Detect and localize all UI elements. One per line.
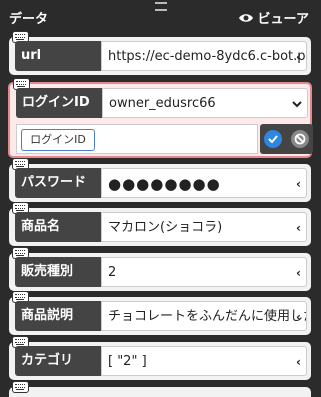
- field-tag-icon: [12, 381, 29, 393]
- field-value-text: チョコレートをふんだんに使用した: [108, 309, 307, 324]
- panel-header: データ ビューア: [0, 6, 321, 30]
- field-label: 販売種別: [15, 257, 101, 287]
- field-next-partial: [9, 381, 311, 397]
- field-url: url https://ec-demo-8ydc6.c-bot.pro ‹: [9, 31, 311, 75]
- field-value-product-name[interactable]: マカロン(ショコラ) ‹: [101, 212, 307, 242]
- field-value-text: 2: [108, 265, 117, 280]
- field-label: ログインID: [16, 88, 102, 118]
- viewer-button[interactable]: ビューア: [238, 8, 309, 27]
- check-icon: [268, 135, 279, 143]
- eye-icon: [238, 13, 253, 22]
- chevron-down-icon: [292, 101, 302, 108]
- cancel-button[interactable]: [290, 130, 309, 148]
- login-id-input[interactable]: ログインID: [16, 124, 258, 154]
- field-value-text: [ "2" ]: [108, 354, 147, 369]
- chevron-left-icon[interactable]: ‹: [296, 213, 301, 241]
- field-value-password[interactable]: ●●●●●●●● ‹: [101, 168, 307, 198]
- field-password: パスワード ●●●●●●●● ‹: [9, 158, 311, 202]
- chevron-left-icon[interactable]: ‹: [296, 347, 301, 375]
- login-id-chip[interactable]: ログインID: [21, 129, 95, 151]
- field-value-category[interactable]: [ "2" ] ‹: [101, 346, 307, 376]
- field-label: カテゴリ: [15, 346, 101, 376]
- field-label: url: [15, 41, 101, 71]
- field-product-name: 商品名 マカロン(ショコラ) ‹: [9, 202, 311, 246]
- chevron-left-icon[interactable]: ‹: [296, 302, 301, 330]
- field-value-text: owner_edusrc66: [109, 96, 216, 111]
- field-sales-type: 販売種別 2 ‹: [9, 247, 311, 291]
- field-category: カテゴリ [ "2" ] ‹: [9, 336, 311, 380]
- field-label: パスワード: [15, 168, 101, 198]
- panel-title: データ: [9, 12, 49, 27]
- field-login-id: ログインID owner_edusrc66 ログインID: [8, 78, 313, 158]
- chevron-left-icon[interactable]: ‹: [296, 169, 301, 197]
- confirm-cancel-group: [260, 124, 313, 154]
- field-value-text: マカロン(ショコラ): [108, 220, 223, 235]
- prohibit-icon: [294, 133, 306, 145]
- field-value-description[interactable]: チョコレートをふんだんに使用した ‹: [101, 301, 307, 331]
- field-label: 商品名: [15, 212, 101, 242]
- chevron-left-icon[interactable]: ‹: [296, 42, 301, 70]
- field-value-sales-type[interactable]: 2 ‹: [101, 257, 307, 287]
- chevron-left-icon[interactable]: ‹: [296, 258, 301, 286]
- field-list[interactable]: url https://ec-demo-8ydc6.c-bot.pro ‹ ログ…: [5, 31, 314, 397]
- field-value-text: ●●●●●●●●: [108, 175, 221, 193]
- confirm-button[interactable]: [264, 130, 283, 148]
- field-select-login-id[interactable]: owner_edusrc66: [102, 88, 308, 118]
- field-description: 商品説明 チョコレートをふんだんに使用した ‹: [9, 291, 311, 335]
- data-panel: データ ビューア url https://ec-demo-8ydc6.c-bot…: [0, 0, 321, 397]
- login-id-edit-row: ログインID: [16, 124, 313, 154]
- field-value-text: https://ec-demo-8ydc6.c-bot.pro: [108, 49, 307, 64]
- viewer-label: ビューア: [257, 12, 309, 27]
- field-value-url[interactable]: https://ec-demo-8ydc6.c-bot.pro ‹: [101, 41, 307, 71]
- field-label: 商品説明: [15, 301, 101, 331]
